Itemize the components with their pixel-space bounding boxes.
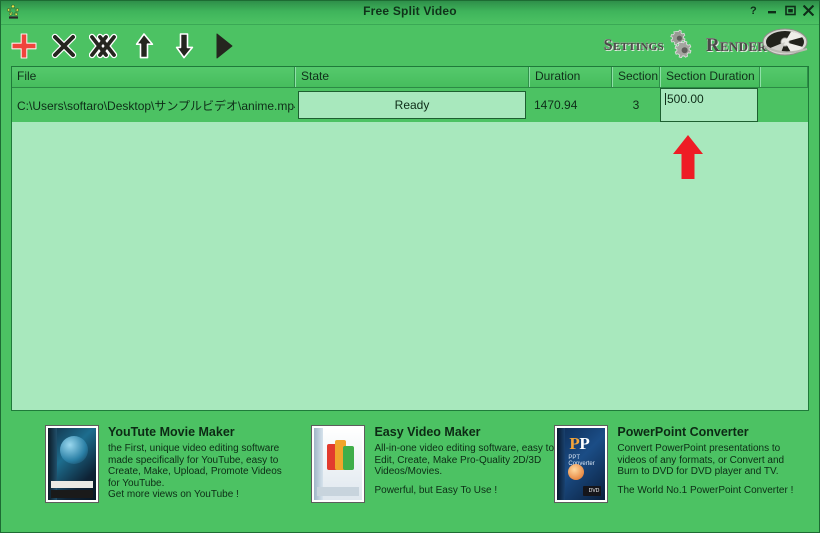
toolbar-actions	[9, 25, 239, 66]
promo-ad-text: PowerPoint Converter Convert PowerPoint …	[617, 425, 793, 496]
film-reel-icon	[761, 26, 809, 65]
section-duration-input[interactable]: 500.00	[660, 88, 758, 122]
gear-icon	[658, 28, 692, 63]
maximize-button[interactable]	[784, 3, 797, 17]
promo-ad-body: All-in-one video editing software, easy …	[374, 443, 554, 496]
app-window: Free Split Video ? Settings Render File …	[0, 0, 820, 533]
column-header-section-duration[interactable]: Section Duration	[660, 67, 760, 87]
row-duration: 1470.94	[534, 98, 578, 112]
promo-ad-powerpoint-converter[interactable]: P P PPT Converter DVD PowerPoint Convert…	[554, 425, 809, 532]
row-section-duration-cell: 500.00	[660, 88, 760, 122]
promo-ad-title: YouTute Movie Maker	[108, 425, 235, 439]
promo-tagline: Get more views on YouTube !	[108, 489, 239, 500]
help-button[interactable]: ?	[748, 3, 761, 17]
promo-spacer	[374, 478, 554, 485]
title-bar: Free Split Video ?	[1, 1, 819, 25]
row-file-path: C:\Users\softaro\Desktop\サンプルビデオ\anime.m…	[17, 98, 295, 113]
promo-ad-title: Easy Video Maker	[374, 425, 481, 439]
row-section-count[interactable]: 3	[612, 88, 660, 122]
file-list-panel: File State Duration Section Section Dura…	[11, 66, 809, 411]
minimize-button[interactable]	[766, 3, 779, 17]
row-filler	[760, 88, 808, 122]
file-list-header: File State Duration Section Section Dura…	[12, 67, 808, 88]
table-row[interactable]: C:\Users\softaro\Desktop\サンプルビデオ\anime.m…	[12, 88, 808, 122]
state-button[interactable]: Ready	[298, 91, 526, 119]
add-file-button[interactable]	[9, 31, 39, 61]
remove-all-button[interactable]	[89, 31, 119, 61]
promo-line: Burn to DVD for DVD player and TV.	[617, 466, 779, 477]
toolbar: Settings Render	[1, 25, 819, 66]
settings-label: Settings	[603, 36, 664, 54]
promo-tagline: The World No.1 PowerPoint Converter !	[617, 484, 794, 496]
settings-button[interactable]: Settings	[604, 28, 692, 63]
column-header-state[interactable]: State	[295, 67, 529, 87]
play-button[interactable]	[209, 31, 239, 61]
render-label: Render	[705, 34, 767, 56]
text-caret	[665, 93, 666, 105]
promo-ad-title: PowerPoint Converter	[617, 425, 749, 439]
render-button[interactable]: Render	[706, 26, 809, 65]
column-header-filler	[760, 67, 808, 87]
promo-line: videos of any formats, or Convert and	[617, 454, 785, 466]
remove-file-button[interactable]	[49, 31, 79, 61]
promo-line: All-in-one video editing software, easy …	[374, 443, 555, 454]
promo-line: the First, unique video editing software	[108, 443, 280, 454]
promo-line: Convert PowerPoint presentations to	[617, 443, 781, 454]
promo-line: for YouTube.	[108, 477, 165, 489]
promo-ad-body: the First, unique video editing software…	[108, 443, 282, 501]
promo-ad-text: YouTute Movie Maker the First, unique vi…	[108, 425, 282, 501]
section-duration-value: 500.00	[667, 92, 704, 106]
window-controls: ?	[748, 3, 815, 17]
close-button[interactable]	[802, 3, 815, 17]
svg-text:?: ?	[750, 5, 757, 16]
move-up-button[interactable]	[129, 31, 159, 61]
promo-line: Edit, Create, Make Pro-Quality 2D/3D	[374, 454, 542, 466]
row-state-cell: Ready	[295, 88, 529, 122]
window-title: Free Split Video	[363, 4, 457, 18]
promo-line: Create, Make, Upload, Promote Videos	[108, 466, 282, 477]
youtube-movie-maker-box-icon	[45, 425, 99, 503]
promo-ad-text: Easy Video Maker All-in-one video editin…	[374, 425, 554, 496]
promo-ad-body: Convert PowerPoint presentations to vide…	[617, 443, 793, 496]
red-up-arrow-annotation	[673, 135, 703, 179]
move-down-button[interactable]	[169, 31, 199, 61]
promo-tagline: Powerful, but Easy To Use !	[374, 484, 498, 496]
promo-ad-easy-video-maker[interactable]: Easy Video Maker All-in-one video editin…	[307, 425, 554, 532]
column-header-section[interactable]: Section	[612, 67, 660, 87]
promo-spacer	[617, 478, 793, 485]
column-header-file[interactable]: File	[12, 67, 295, 87]
file-list-rows: C:\Users\softaro\Desktop\サンプルビデオ\anime.m…	[12, 88, 808, 410]
promo-line: Videos/Movies.	[374, 466, 443, 477]
promo-line: made specifically for YouTube, easy to	[108, 454, 279, 466]
promo-ads: YouTute Movie Maker the First, unique vi…	[1, 411, 819, 532]
powerpoint-converter-box-icon: P P PPT Converter DVD	[554, 425, 609, 503]
column-header-duration[interactable]: Duration	[529, 67, 612, 87]
easy-video-maker-box-icon	[311, 425, 366, 503]
toolbar-brand-actions: Settings Render	[604, 25, 809, 66]
promo-ad-youtute-movie-maker[interactable]: YouTute Movie Maker the First, unique vi…	[11, 425, 307, 532]
